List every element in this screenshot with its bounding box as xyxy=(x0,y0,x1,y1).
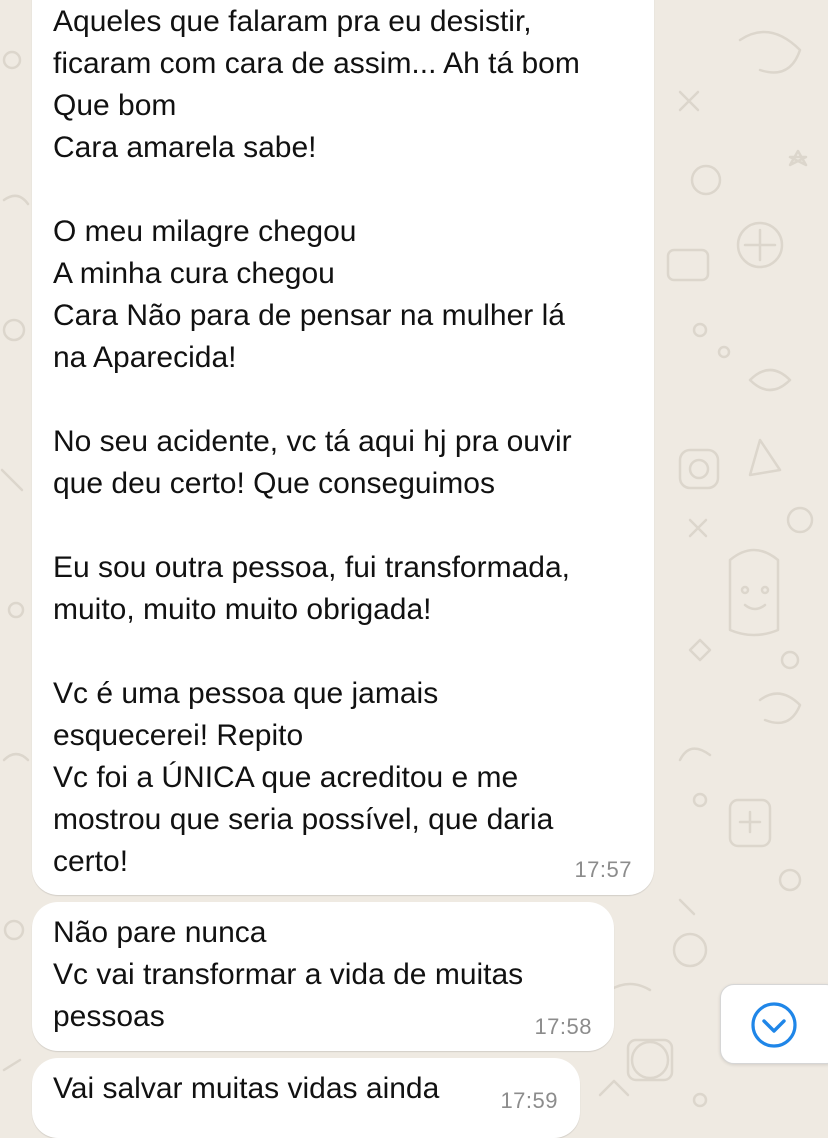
message-bubble[interactable]: Vai salvar muitas vidas ainda 17:59 xyxy=(32,1058,580,1138)
scroll-to-bottom-button[interactable] xyxy=(720,984,828,1064)
message-text: Não pare nunca Vc vai transformar a vida… xyxy=(53,916,524,1033)
chevron-down-circle-icon xyxy=(751,1002,797,1048)
message-bubble[interactable]: Não pare nunca Vc vai transformar a vida… xyxy=(32,902,614,1051)
message-timestamp: 17:57 xyxy=(574,857,632,882)
message-text: Vai salvar muitas vidas ainda xyxy=(53,1072,440,1105)
message-bubble[interactable]: Aqueles que falaram pra eu desistir, fic… xyxy=(32,0,654,895)
message-timestamp: 17:59 xyxy=(500,1088,558,1113)
message-text: Aqueles que falaram pra eu desistir, fic… xyxy=(53,5,580,878)
message-timestamp: 17:58 xyxy=(534,1014,592,1039)
